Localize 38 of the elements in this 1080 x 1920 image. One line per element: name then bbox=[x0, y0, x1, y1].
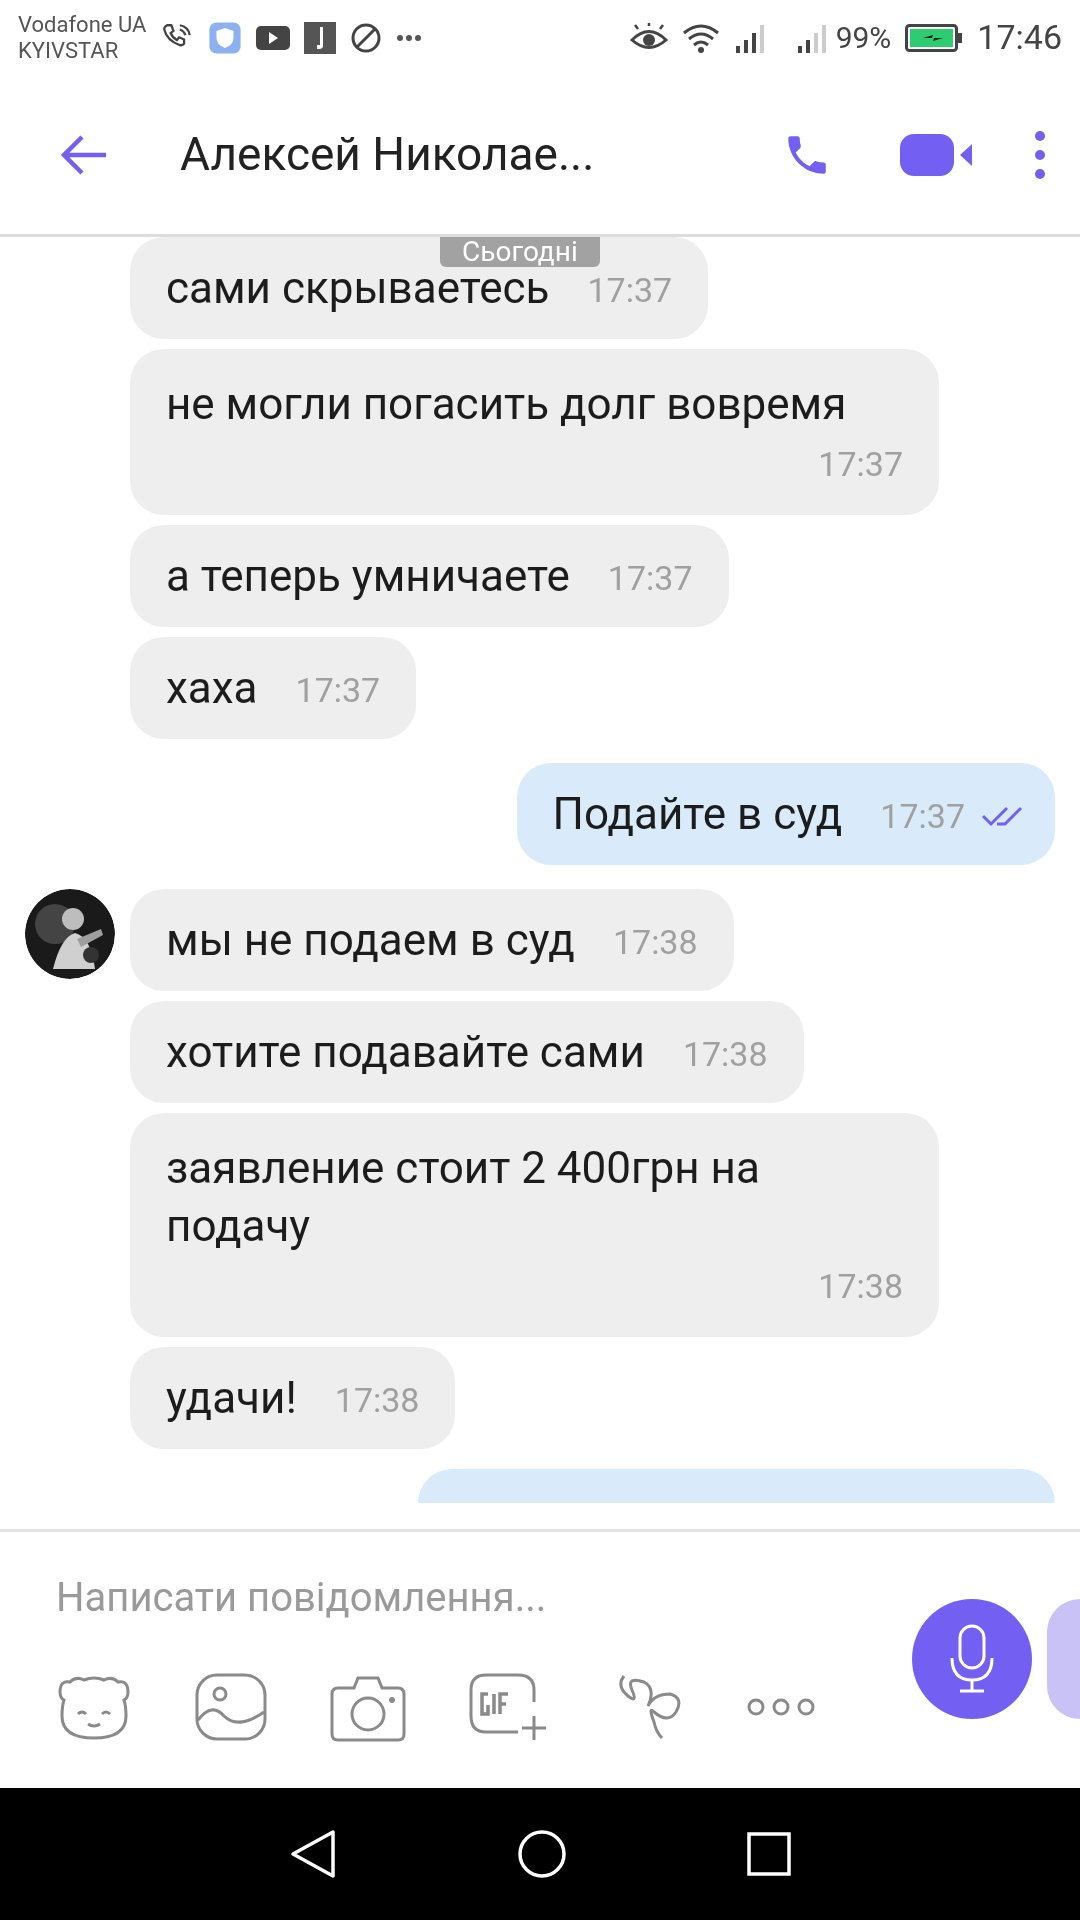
message-text: удачи! bbox=[166, 1371, 297, 1426]
carrier-name: Vodafone UA bbox=[18, 11, 147, 38]
more-notifications-icon bbox=[396, 33, 423, 42]
message-time: 17:37 bbox=[880, 795, 965, 838]
message-text: хаха bbox=[166, 661, 258, 716]
clock-time: 17:46 bbox=[977, 16, 1062, 59]
message-time: 17:38 bbox=[334, 1380, 420, 1420]
battery-percent: 99% bbox=[835, 19, 892, 57]
image-icon[interactable] bbox=[194, 1672, 268, 1742]
video-play-icon bbox=[256, 24, 291, 51]
message-time: 17:38 bbox=[818, 1265, 903, 1308]
message-time: 17:37 bbox=[295, 670, 381, 710]
message-text: хотите подавайте сами bbox=[166, 1025, 645, 1080]
message-time: 17:37 bbox=[587, 270, 673, 310]
recents-nav-icon[interactable] bbox=[747, 1832, 791, 1876]
back-nav-icon[interactable] bbox=[289, 1829, 337, 1879]
contact-name[interactable]: Алексей Николае... bbox=[180, 120, 595, 189]
battery-charging-icon bbox=[905, 23, 964, 52]
message-text: а теперь умничаете bbox=[166, 549, 570, 604]
message-time: 17:37 bbox=[607, 558, 693, 598]
message-text: мы не подаем в суд bbox=[166, 913, 575, 968]
more-icon[interactable] bbox=[746, 1696, 816, 1718]
message-input[interactable]: Написати повідомлення... bbox=[56, 1568, 816, 1628]
home-nav-icon[interactable] bbox=[517, 1829, 567, 1879]
music-note-icon bbox=[304, 21, 337, 54]
carrier-name: KYIVSTAR bbox=[18, 37, 120, 64]
do-not-disturb-icon bbox=[350, 21, 383, 54]
microphone-icon bbox=[948, 1624, 996, 1694]
message-time: 17:38 bbox=[612, 922, 698, 962]
date-badge: Сьогодні bbox=[440, 237, 600, 267]
wifi-icon bbox=[681, 21, 720, 54]
more-options-icon[interactable] bbox=[1032, 129, 1048, 180]
message-text: не могли погасить долг вовремя bbox=[166, 378, 847, 430]
message-time: 17:38 bbox=[682, 1034, 768, 1074]
shield-icon bbox=[208, 20, 243, 55]
message-text: Подайте в суд bbox=[552, 787, 843, 842]
message-text: заявление стоит 2 400грн на подачу bbox=[166, 1142, 760, 1252]
message-time: 17:37 bbox=[818, 443, 903, 486]
